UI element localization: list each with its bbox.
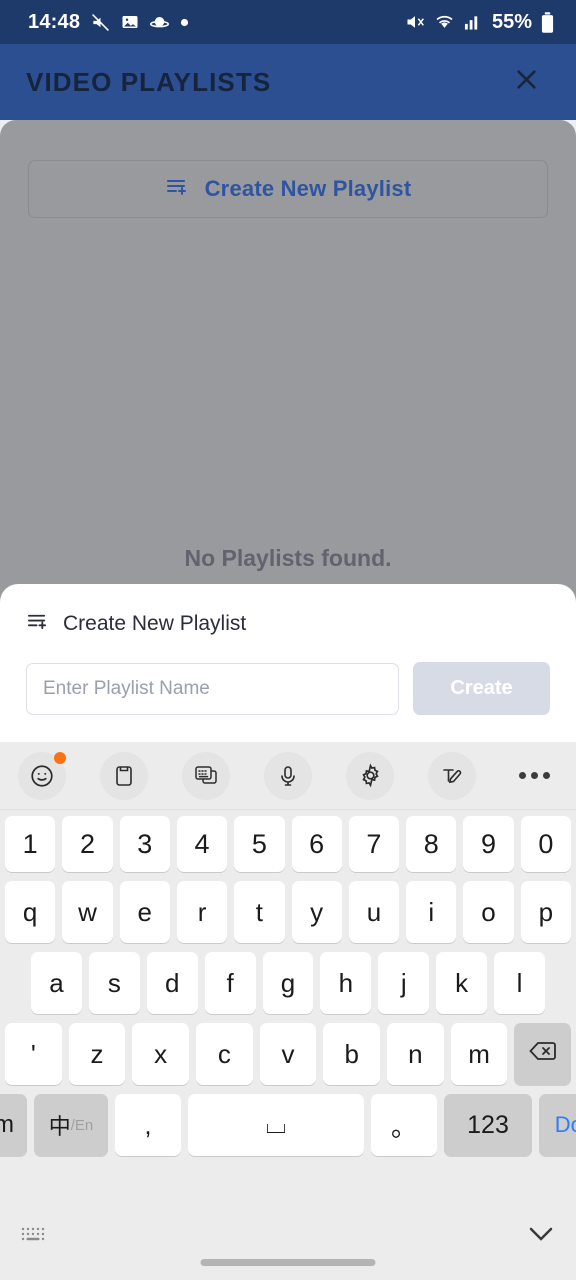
key-z[interactable]: z <box>68 1023 126 1085</box>
create-playlist-dialog: Create New Playlist Create <box>0 584 576 742</box>
create-new-playlist-button[interactable]: Create New Playlist <box>28 160 548 218</box>
key-0[interactable]: 0 <box>520 816 571 872</box>
battery-icon <box>541 11 554 33</box>
mute-slash-icon <box>91 13 110 32</box>
key-s[interactable]: s <box>88 952 140 1014</box>
key-l[interactable]: l <box>494 952 546 1014</box>
keyboard-row-bottom-letters: ' z x c v b n m <box>4 1023 572 1085</box>
keyboard-footer <box>0 1206 576 1280</box>
status-bar-left: 14:48 <box>28 11 189 34</box>
close-icon <box>513 66 540 98</box>
volume-mute-icon <box>405 12 425 32</box>
key-e[interactable]: e <box>119 881 170 943</box>
keyboard-layout-icon[interactable] <box>20 1224 50 1249</box>
numbers-key[interactable]: 123 <box>444 1094 532 1156</box>
symbols-key[interactable]: Sym <box>0 1094 27 1156</box>
battery-percent: 55% <box>491 10 532 33</box>
key-f[interactable]: f <box>204 952 256 1014</box>
home-indicator[interactable] <box>200 1259 376 1266</box>
key-g[interactable]: g <box>262 952 314 1014</box>
done-key[interactable]: Done <box>539 1094 576 1156</box>
key-4[interactable]: 4 <box>176 816 228 872</box>
close-button[interactable] <box>504 60 548 104</box>
key-p[interactable]: p <box>520 881 571 943</box>
dialog-form: Create <box>26 662 550 715</box>
key-t[interactable]: t <box>234 881 285 943</box>
key-i[interactable]: i <box>406 881 457 943</box>
key-h[interactable]: h <box>320 952 372 1014</box>
keyboard-row-home: a s d f g h j k l <box>5 952 571 1014</box>
key-9[interactable]: 9 <box>463 816 514 872</box>
saturn-icon <box>150 13 170 32</box>
backspace-key[interactable] <box>514 1023 572 1085</box>
playlist-name-input[interactable] <box>26 662 399 715</box>
key-a[interactable]: a <box>31 952 82 1014</box>
playlist-add-icon <box>26 610 49 638</box>
dialog-title: Create New Playlist <box>63 612 247 635</box>
notification-badge <box>54 751 66 764</box>
key-y[interactable]: y <box>291 881 342 943</box>
empty-state-text: No Playlists found. <box>184 545 392 571</box>
key-r[interactable]: r <box>176 881 228 943</box>
clipboard-icon[interactable] <box>100 751 148 800</box>
status-bar: 14:48 55% <box>0 0 576 44</box>
handwriting-icon[interactable] <box>428 751 476 800</box>
key-8[interactable]: 8 <box>406 816 457 872</box>
key-j[interactable]: j <box>378 952 430 1014</box>
wifi-icon <box>434 12 455 32</box>
key-apostrophe[interactable]: ' <box>4 1023 62 1085</box>
microphone-icon[interactable] <box>264 751 312 800</box>
keyboard-toolbar <box>0 742 576 810</box>
key-u[interactable]: u <box>348 881 400 943</box>
gear-icon[interactable] <box>346 751 394 800</box>
space-key[interactable]: ⌴ <box>188 1094 364 1156</box>
dot-icon <box>180 18 189 27</box>
key-x[interactable]: x <box>132 1023 189 1085</box>
key-5[interactable]: 5 <box>234 816 285 872</box>
chevron-down-icon[interactable] <box>526 1224 556 1249</box>
keyboard-row-modifiers: Sym 中/En , ⌴ 。 123 Done <box>0 1094 576 1156</box>
key-6[interactable]: 6 <box>291 816 342 872</box>
page-title: VIDEO PLAYLISTS <box>26 66 272 97</box>
key-3[interactable]: 3 <box>119 816 170 872</box>
key-7[interactable]: 7 <box>348 816 400 872</box>
key-n[interactable]: n <box>387 1023 444 1085</box>
key-d[interactable]: d <box>146 952 198 1014</box>
key-2[interactable]: 2 <box>62 816 113 872</box>
key-w[interactable]: w <box>62 881 113 943</box>
key-v[interactable]: v <box>259 1023 317 1085</box>
key-m[interactable]: m <box>450 1023 508 1085</box>
status-clock: 14:48 <box>28 10 81 33</box>
key-c[interactable]: c <box>196 1023 253 1085</box>
key-1[interactable]: 1 <box>5 816 56 872</box>
signal-icon <box>464 13 481 31</box>
image-icon <box>121 13 139 31</box>
stickers-keyboard-icon[interactable] <box>182 751 230 800</box>
dialog-header: Create New Playlist <box>26 610 550 638</box>
language-main-label: 中 <box>48 1114 71 1139</box>
create-playlist-row: Create New Playlist <box>0 120 576 218</box>
playlist-add-icon <box>165 175 189 204</box>
keyboard-row-numbers: 1 2 3 4 5 6 7 8 9 0 <box>5 816 571 872</box>
virtual-keyboard: 1 2 3 4 5 6 7 8 9 0 q w e r t y u i o p … <box>0 742 576 1280</box>
backspace-icon <box>528 1039 558 1070</box>
language-sub-label: /En <box>70 1116 94 1134</box>
keyboard-row-top: q w e r t y u i o p <box>5 881 571 943</box>
emoji-icon[interactable] <box>18 751 66 800</box>
status-bar-right: 55% <box>405 11 554 34</box>
keyboard-rows: 1 2 3 4 5 6 7 8 9 0 q w e r t y u i o p … <box>0 810 576 1156</box>
create-new-playlist-label: Create New Playlist <box>204 176 412 201</box>
period-key[interactable]: 。 <box>371 1094 437 1156</box>
phone-screen: 14:48 55% VIDEO PLAYLISTS Create New Pla… <box>0 0 576 1280</box>
key-q[interactable]: q <box>5 881 56 943</box>
key-k[interactable]: k <box>436 952 488 1014</box>
language-switch-key[interactable]: 中/En <box>34 1094 108 1156</box>
app-header: VIDEO PLAYLISTS <box>0 44 576 120</box>
key-b[interactable]: b <box>323 1023 381 1085</box>
key-o[interactable]: o <box>463 881 514 943</box>
create-submit-button[interactable]: Create <box>413 662 550 715</box>
comma-key[interactable]: , <box>115 1094 181 1156</box>
more-options-icon[interactable] <box>510 752 558 800</box>
